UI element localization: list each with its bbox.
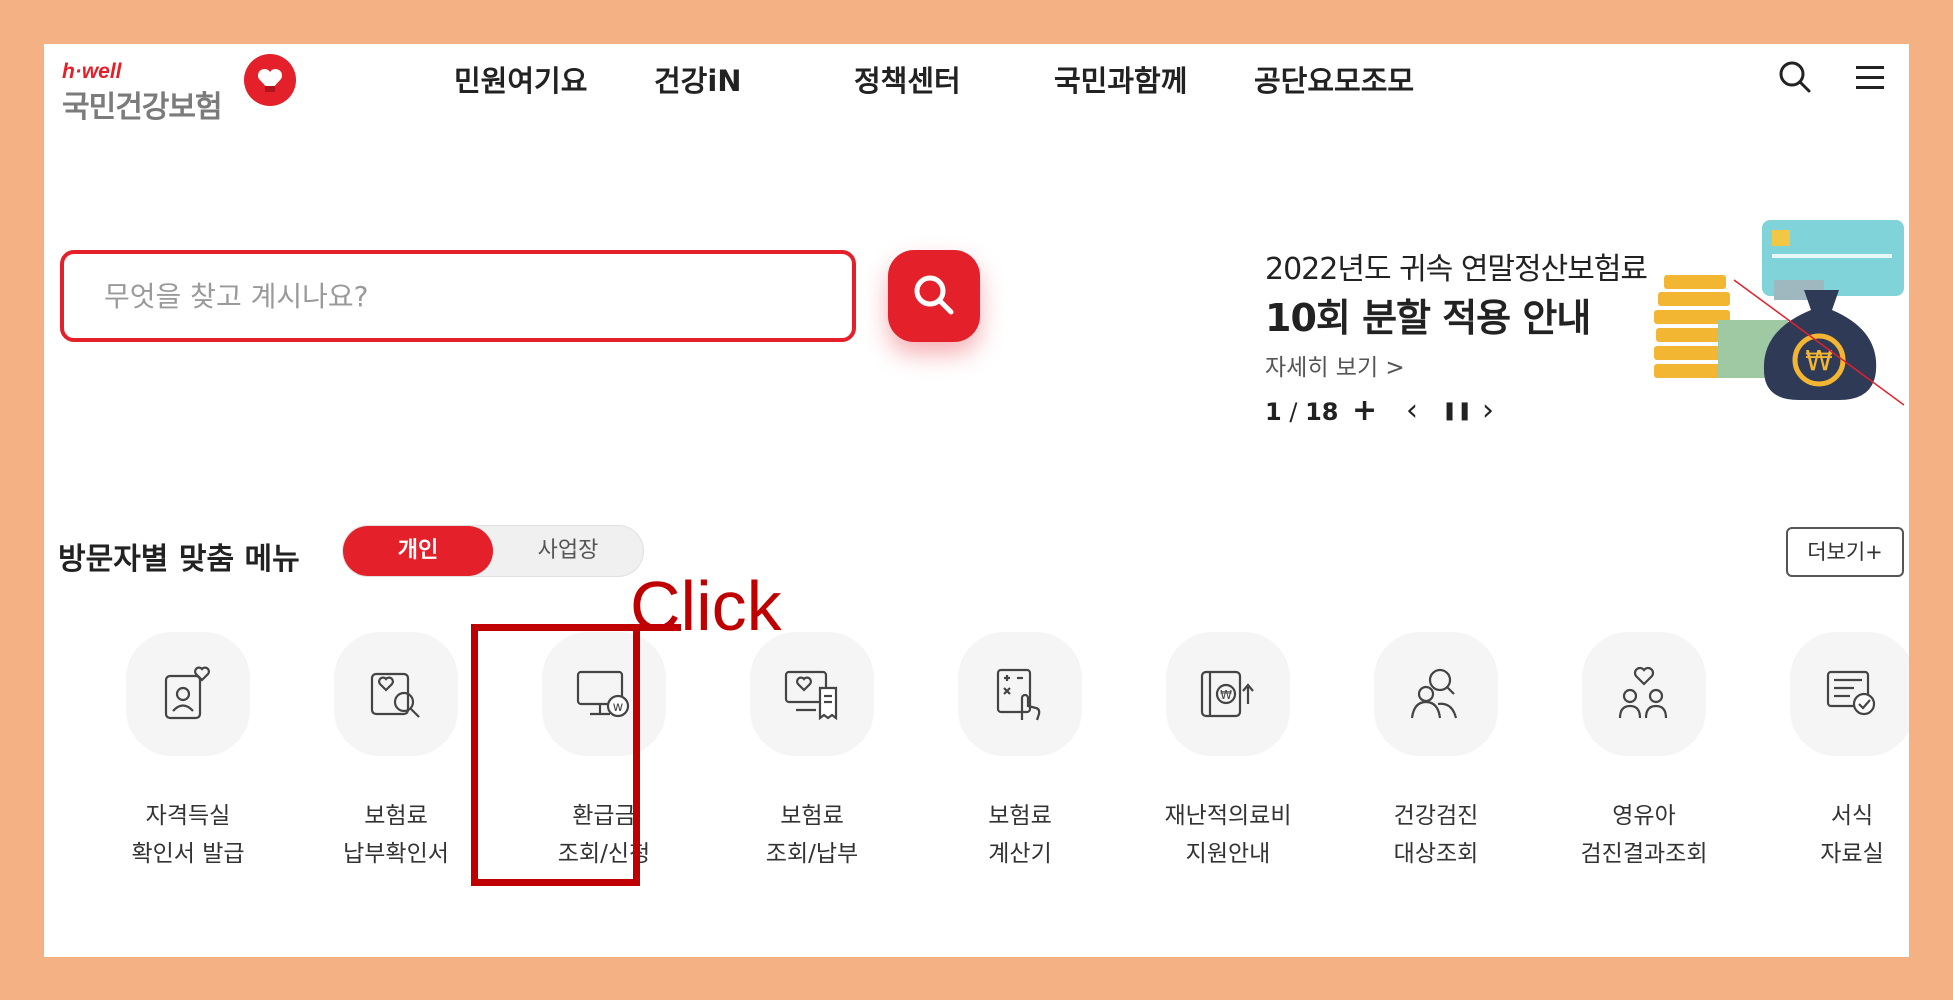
menu-item-label: 보험료 조회/납부	[722, 797, 902, 873]
heart-icon	[244, 54, 296, 106]
menu-item-label: 서식 자료실	[1762, 797, 1909, 873]
click-highlight-box	[471, 624, 640, 886]
menu-label-line2: 검진결과조회	[1580, 841, 1708, 867]
pause-icon[interactable]: ❚❚	[1442, 396, 1472, 426]
menu-label-line2: 지원안내	[1185, 841, 1271, 867]
menu-label-line2: 계산기	[988, 841, 1052, 867]
nav-item-policy-center[interactable]: 정책센터	[854, 58, 961, 100]
monitor-receipt-icon	[750, 632, 874, 756]
menu-label-line1: 보험료	[780, 803, 844, 829]
pager-separator: /	[1289, 398, 1298, 426]
nav-item-with-people[interactable]: 국민과함께	[1054, 58, 1187, 100]
menu-item-premium-payment[interactable]: 보험료 조회/납부	[722, 632, 902, 882]
menu-label-line2: 대상조회	[1393, 841, 1479, 867]
toggle-personal[interactable]: 개인	[343, 526, 493, 576]
menu-label-line1: 건강검진	[1393, 803, 1479, 829]
menu-label-line2: 조회/납부	[765, 841, 859, 867]
banner-title: 10회 분할 적용 안내	[1265, 296, 1591, 340]
menu-item-forms-library[interactable]: 서식 자료실	[1762, 632, 1909, 882]
people-search-icon	[1374, 632, 1498, 756]
search-icon[interactable]	[1778, 60, 1812, 98]
menu-label-line1: 자격득실	[145, 803, 231, 829]
menu-label-line2: 납부확인서	[343, 841, 449, 867]
id-card-heart-icon	[126, 632, 250, 756]
menu-label-line2: 자료실	[1820, 841, 1884, 867]
more-button[interactable]: 더보기+	[1786, 527, 1904, 577]
menu-item-label: 건강검진 대상조회	[1346, 797, 1526, 873]
banner-pager: 1 / 18	[1265, 398, 1338, 426]
menu-label-line1: 서식	[1830, 803, 1874, 829]
banner-illustration: ₩	[1654, 220, 1904, 406]
menu-item-label: 영유아 검진결과조회	[1554, 797, 1734, 873]
menu-item-qualification-certificate[interactable]: 자격득실 확인서 발급	[98, 632, 278, 882]
pager-total: 18	[1305, 398, 1339, 426]
menu-label-line1: 재난적의료비	[1164, 803, 1292, 829]
menu-item-label: 재난적의료비 지원안내	[1138, 797, 1318, 873]
hamburger-menu-icon[interactable]	[1854, 64, 1886, 96]
logo-hwell-text: h·well	[62, 60, 122, 83]
logo-brand-name: 국민건강보험	[62, 90, 223, 125]
family-heart-icon	[1582, 632, 1706, 756]
visitor-type-toggle: 개인 사업장	[342, 525, 644, 577]
menu-item-disaster-medical-support[interactable]: ₩ 재난적의료비 지원안내	[1138, 632, 1318, 882]
won-coin-arrow-icon: ₩	[1166, 632, 1290, 756]
menu-item-payment-confirmation[interactable]: 보험료 납부확인서	[306, 632, 486, 882]
menu-label-line1: 영유아	[1612, 803, 1676, 829]
page: h·well 국민건강보험 민원여기요 건강iN 정책센터 국민과함께 공단요모…	[44, 44, 1909, 957]
menu-label-line1: 보험료	[364, 803, 428, 829]
menu-item-label: 보험료 계산기	[930, 797, 1110, 873]
document-search-icon	[334, 632, 458, 756]
chevron-right-icon[interactable]: ›	[1482, 396, 1494, 426]
nav-item-minwon[interactable]: 민원여기요	[454, 58, 587, 100]
menu-label-line1: 보험료	[988, 803, 1052, 829]
menu-item-premium-calculator[interactable]: 보험료 계산기	[930, 632, 1110, 882]
search-button[interactable]	[888, 250, 980, 342]
menu-item-health-checkup-target[interactable]: 건강검진 대상조회	[1346, 632, 1526, 882]
chevron-left-icon[interactable]: ‹	[1406, 396, 1418, 426]
search-input[interactable]	[104, 272, 804, 320]
menu-item-label: 자격득실 확인서 발급	[98, 797, 278, 873]
calculator-hand-icon	[958, 632, 1082, 756]
site-logo[interactable]: h·well 국민건강보험	[62, 54, 302, 150]
click-annotation-text: Click	[630, 567, 782, 645]
menu-label-line2: 확인서 발급	[131, 841, 245, 867]
svg-text:₩: ₩	[1220, 688, 1232, 702]
toggle-business[interactable]: 사업장	[493, 526, 643, 576]
banner-add-button[interactable]: +	[1352, 396, 1377, 426]
search-box	[60, 250, 856, 342]
nav-item-about[interactable]: 공단요모조모	[1254, 58, 1414, 100]
menu-item-label: 보험료 납부확인서	[306, 797, 486, 873]
visitor-menu-title: 방문자별 맞춤 메뉴	[58, 542, 300, 577]
nav-item-health-in[interactable]: 건강iN	[654, 58, 742, 100]
form-check-icon	[1790, 632, 1909, 756]
menu-item-infant-checkup-results[interactable]: 영유아 검진결과조회	[1554, 632, 1734, 882]
banner-more-link[interactable]: 자세히 보기 >	[1265, 348, 1405, 382]
pager-current: 1	[1265, 398, 1282, 426]
banner-subtitle: 2022년도 귀속 연말정산보험료	[1265, 252, 1648, 287]
